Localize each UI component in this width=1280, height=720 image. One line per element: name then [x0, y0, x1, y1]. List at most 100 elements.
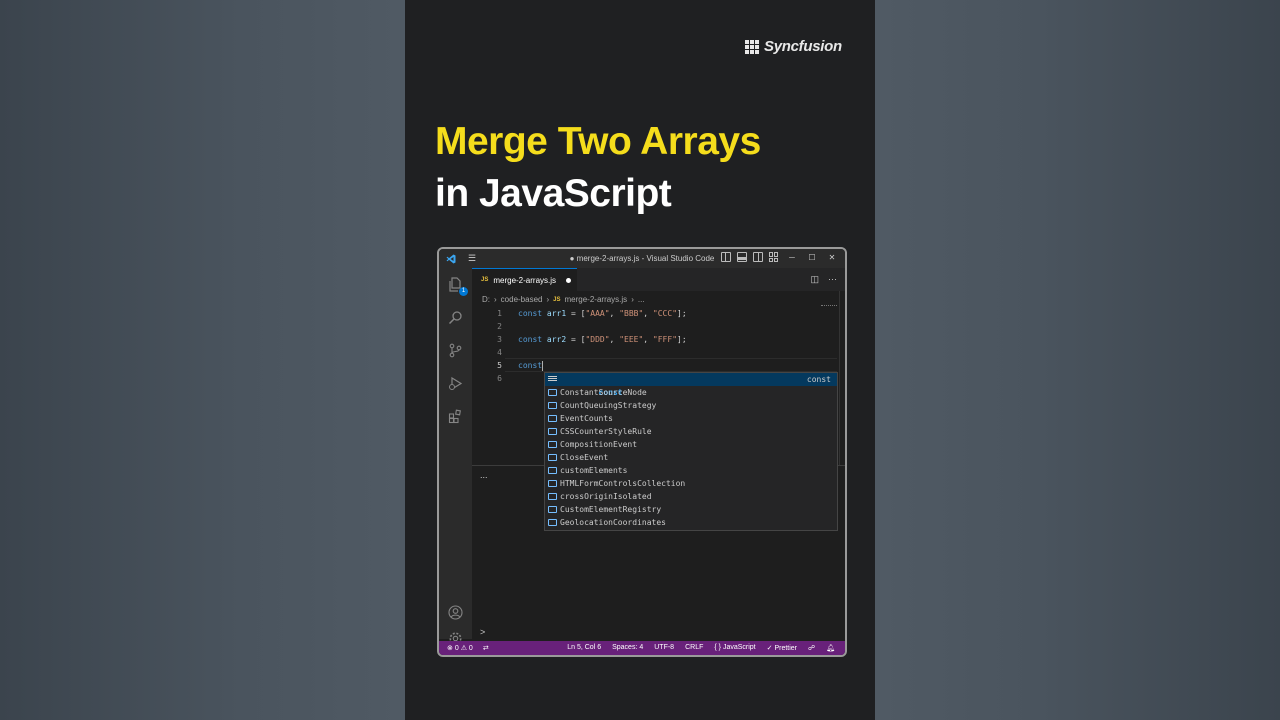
breadcrumb-drive[interactable]: D:: [482, 295, 490, 304]
search-icon[interactable]: [447, 309, 464, 326]
suggestion-item[interactable]: EventCounts: [545, 412, 837, 425]
suggestion-item[interactable]: CompositionEvent: [545, 438, 837, 451]
account-icon[interactable]: [447, 604, 464, 621]
suggestion-label: ConstantSourceNode: [560, 388, 647, 397]
close-button[interactable]: ✕: [825, 253, 839, 262]
tab-label: merge-2-arrays.js: [493, 275, 557, 285]
vscode-window: ☰ ● merge-2-arrays.js - Visual Studio Co…: [437, 247, 847, 657]
code-line-active: 5 const: [472, 358, 845, 372]
panel-more-icon[interactable]: ...: [480, 470, 488, 480]
suggestion-item[interactable]: GeolocationCoordinates: [545, 516, 837, 529]
suggestion-item[interactable]: HTMLFormControlsCollection: [545, 477, 837, 490]
string-literal: "CCC": [652, 309, 678, 318]
string-literal: "EEE": [619, 335, 644, 344]
headline-line-1: Merge Two Arrays: [435, 120, 761, 163]
prettier-label: Prettier: [774, 645, 798, 652]
suggestion-label: CloseEvent: [560, 453, 609, 462]
suggestion-label: crossOriginIsolated: [560, 492, 652, 501]
variable: arr1: [546, 309, 567, 318]
variable-icon: [548, 402, 557, 409]
line-number: 5: [497, 361, 502, 370]
tab-merge-2-arrays[interactable]: JS merge-2-arrays.js: [472, 268, 577, 291]
minimize-button[interactable]: ─: [785, 253, 799, 262]
split-editor-icon[interactable]: ◫: [810, 274, 819, 285]
chevron-right-icon: ›: [631, 295, 634, 304]
unsaved-dot-icon[interactable]: [566, 277, 572, 283]
suggestion-label: CountQueuingStrategy: [560, 401, 657, 410]
suggestion-item[interactable]: const const: [545, 373, 837, 397]
live-share-icon[interactable]: ⇄: [483, 644, 489, 652]
maximize-button[interactable]: ☐: [805, 253, 819, 262]
brand-logo: Syncfusion: [745, 38, 842, 55]
error-count: 0: [454, 645, 459, 652]
variable-icon: [548, 441, 557, 448]
encoding[interactable]: UTF-8: [654, 644, 674, 652]
run-debug-icon[interactable]: [447, 375, 464, 392]
toggle-panel-icon[interactable]: [737, 252, 747, 262]
javascript-file-icon: JS: [553, 296, 561, 303]
suggestion-item[interactable]: ConstantSourceNode: [545, 386, 837, 399]
variable-icon: [548, 480, 557, 487]
indentation[interactable]: Spaces: 4: [612, 644, 643, 652]
source-control-icon[interactable]: [447, 342, 464, 359]
line-number: 3: [497, 335, 502, 344]
separator: ,: [643, 335, 653, 344]
check-icon: ✓: [766, 645, 773, 652]
string-literal: "DDD": [585, 335, 610, 344]
breadcrumb: D: › code-based › JS merge-2-arrays.js ›…: [482, 295, 645, 304]
suggestion-item[interactable]: customElements: [545, 464, 837, 477]
variable-icon: [548, 467, 557, 474]
variable-icon: [548, 506, 557, 513]
background-left: [0, 0, 405, 720]
explorer-icon[interactable]: 1: [447, 276, 468, 296]
separator: ,: [609, 309, 620, 318]
status-bar: ⊗ 0 ⚠ 0 ⇄ Ln 5, Col 6 Spaces: 4 UTF-8 CR…: [439, 641, 845, 655]
suggestion-label: EventCounts: [560, 414, 613, 423]
customize-layout-icon[interactable]: [769, 252, 779, 262]
toggle-sidebar-icon[interactable]: [721, 252, 731, 262]
operator: = [: [566, 335, 586, 344]
toggle-secondary-sidebar-icon[interactable]: [753, 252, 763, 262]
keyword-icon: [548, 376, 557, 383]
suggestion-item[interactable]: CloseEvent: [545, 451, 837, 464]
prettier-status[interactable]: ✓ Prettier: [767, 644, 797, 652]
problems-status[interactable]: ⊗ 0 ⚠ 0: [447, 644, 473, 652]
suggestion-item[interactable]: CountQueuingStrategy: [545, 399, 837, 412]
terminal-prompt[interactable]: >: [480, 627, 485, 637]
current-line-highlight: [505, 358, 837, 372]
line-number: 2: [497, 322, 502, 331]
separator: ,: [609, 335, 620, 344]
suggestion-item[interactable]: CSSCounterStyleRule: [545, 425, 837, 438]
line-number: 4: [497, 348, 502, 357]
suggestion-item[interactable]: CustomElementRegistry: [545, 503, 837, 516]
separator: ,: [643, 309, 653, 318]
line-number: 6: [497, 374, 502, 383]
variable-icon: [548, 519, 557, 526]
end-of-line[interactable]: CRLF: [685, 644, 703, 652]
breadcrumb-file[interactable]: merge-2-arrays.js: [565, 295, 628, 304]
feedback-icon[interactable]: ☍: [808, 644, 815, 652]
keyword: const: [518, 335, 543, 344]
variable: arr2: [546, 335, 567, 344]
chevron-right-icon: ›: [546, 295, 550, 304]
breadcrumb-more[interactable]: ...: [638, 295, 645, 304]
string-literal: "AAA": [585, 309, 610, 318]
cursor-position[interactable]: Ln 5, Col 6: [567, 644, 601, 652]
breadcrumb-folder[interactable]: code-based: [501, 295, 543, 304]
more-actions-icon[interactable]: ···: [828, 274, 837, 285]
language-mode[interactable]: { } JavaScript: [714, 644, 755, 652]
suggestion-label: HTMLFormControlsCollection: [560, 479, 686, 488]
keyword: const: [518, 309, 543, 318]
extensions-icon[interactable]: [447, 408, 464, 425]
headline-line-2: in JavaScript: [435, 172, 672, 215]
code-line: 1 const arr1 = ["AAA", "BBB", "CCC"];: [472, 307, 845, 320]
operator: = [: [566, 309, 586, 318]
suggestion-item[interactable]: crossOriginIsolated: [545, 490, 837, 503]
suggestion-label: customElements: [560, 466, 628, 475]
error-icon: ⊗: [447, 645, 453, 652]
suggest-widget: const const ConstantSourceNode CountQueu…: [544, 372, 838, 531]
warning-count: 0: [468, 645, 473, 652]
notifications-bell-icon[interactable]: 🔔︎: [826, 644, 835, 652]
suggestion-label: GeolocationCoordinates: [560, 518, 666, 527]
brand-name: Syncfusion: [764, 38, 842, 55]
